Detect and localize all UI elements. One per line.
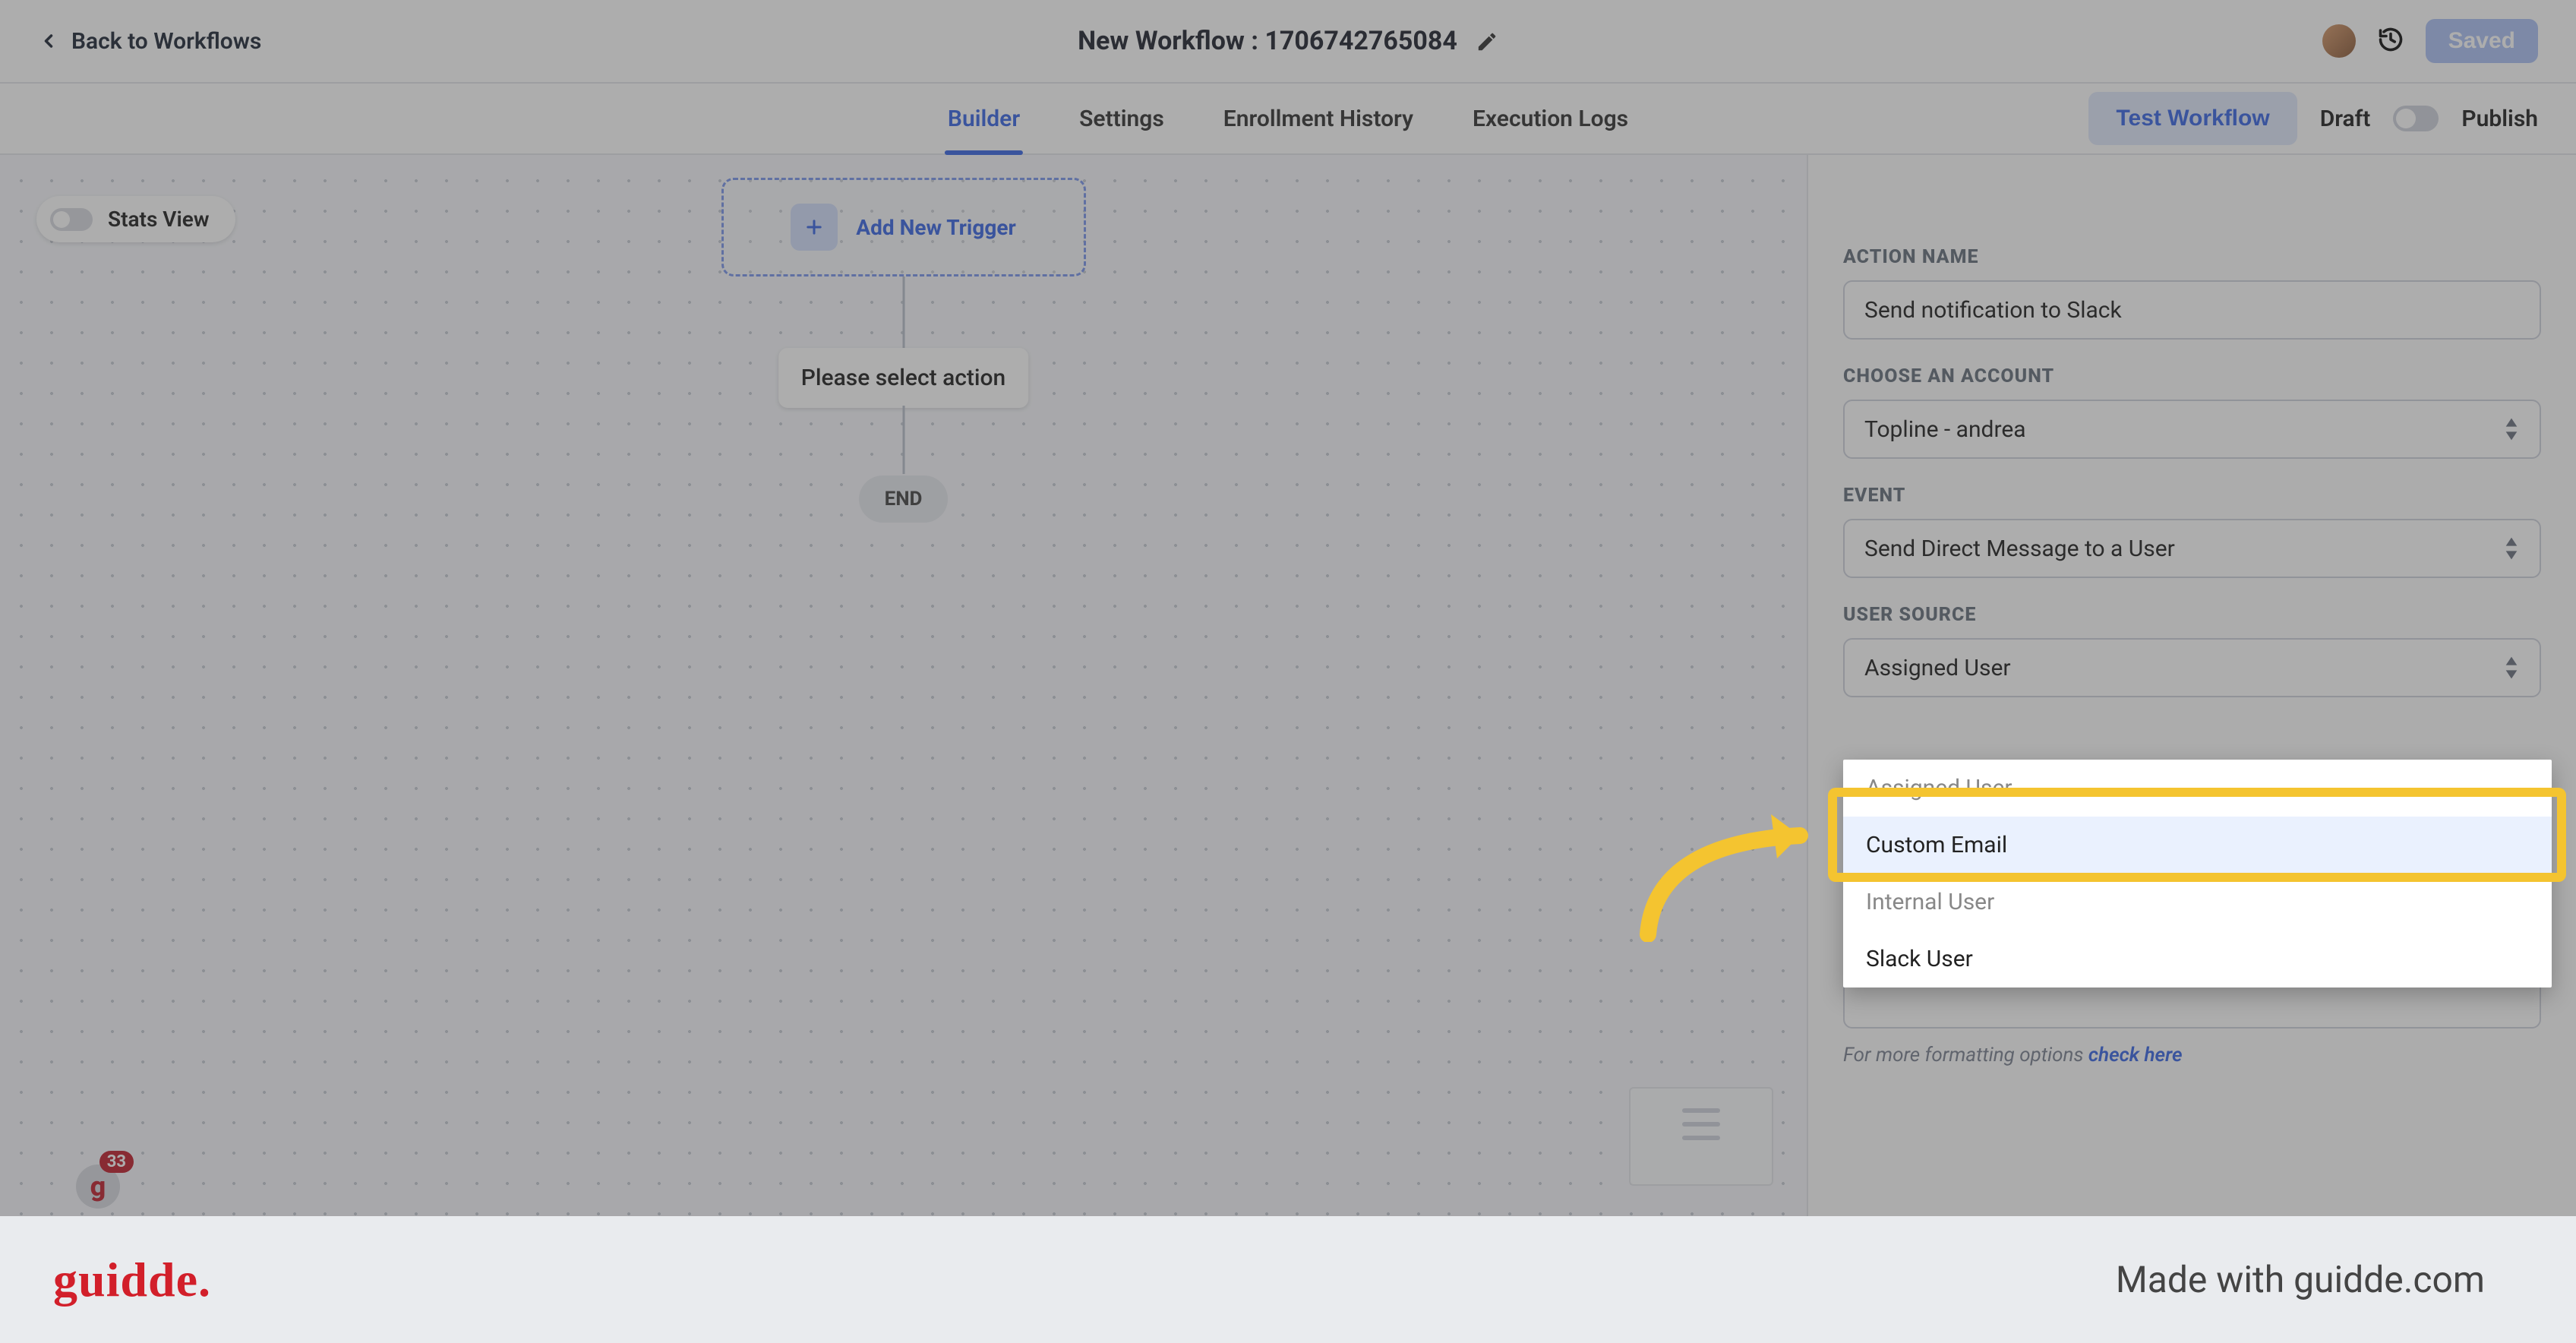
top-header: Back to Workflows New Workflow : 1706742… [0,0,2576,84]
stats-view-label: Stats View [108,207,210,232]
select-arrows-icon [2503,537,2520,560]
footer: guidde. Made with guidde.com [0,1216,2576,1343]
plus-icon [803,216,825,238]
account-label: CHOOSE AN ACCOUNT [1843,365,2541,387]
user-source-option-custom-email[interactable]: Custom Email [1843,817,2552,874]
test-workflow-button[interactable]: Test Workflow [2088,92,2297,145]
edit-title-button[interactable] [1476,30,1498,52]
avatar[interactable] [2322,24,2356,58]
chevron-left-icon [38,30,59,52]
user-source-option-slack-user[interactable]: Slack User [1843,931,2552,988]
stats-view-toggle[interactable]: Stats View [36,196,235,242]
user-source-value: Assigned User [1864,655,2011,681]
check-here-link[interactable]: check here [2088,1044,2183,1066]
draft-label: Draft [2320,106,2371,132]
notification-count: 33 [99,1151,134,1173]
workflow-title-text: New Workflow : 1706742765084 [1078,26,1457,56]
guidde-badge[interactable]: g 33 [76,1155,129,1209]
event-select[interactable]: Send Direct Message to a User [1843,519,2541,578]
user-source-option-assigned-user[interactable]: Assigned User [1843,760,2552,817]
connector-line [902,406,904,474]
publish-label: Publish [2461,106,2538,132]
user-source-dropdown: Assigned User Custom Email Internal User… [1843,760,2552,988]
action-name-input[interactable]: Send notification to Slack [1843,280,2541,340]
saved-button[interactable]: Saved [2426,19,2538,63]
tab-settings[interactable]: Settings [1076,84,1167,153]
guidde-logo: guidde. [53,1252,211,1308]
tab-execution-logs[interactable]: Execution Logs [1470,84,1631,153]
tab-bar: Builder Settings Enrollment History Exec… [0,84,2576,155]
select-arrows-icon [2503,418,2520,441]
builder-canvas[interactable]: Stats View Add New Trigger Please select… [0,155,1807,1216]
select-arrows-icon [2503,656,2520,679]
select-action-node[interactable]: Please select action [778,348,1029,408]
made-with-text: Made with guidde.com [2116,1258,2485,1301]
action-name-label: ACTION NAME [1843,246,2541,268]
history-icon [2377,26,2404,53]
event-value: Send Direct Message to a User [1864,536,2175,562]
account-value: Topline - andrea [1864,416,2026,443]
back-button[interactable]: Back to Workflows [38,28,261,55]
connector-line [902,276,904,348]
event-label: EVENT [1843,485,2541,507]
action-panel: ACTION NAME Send notification to Slack C… [1807,155,2576,1216]
history-button[interactable] [2377,26,2404,56]
mini-map[interactable] [1629,1087,1773,1186]
action-name-value: Send notification to Slack [1864,297,2122,324]
account-select[interactable]: Topline - andrea [1843,400,2541,459]
pencil-icon [1476,30,1498,53]
tab-builder[interactable]: Builder [945,84,1023,153]
stats-toggle-switch[interactable] [50,208,93,231]
add-trigger-plus [791,204,838,251]
user-source-option-internal-user[interactable]: Internal User [1843,874,2552,931]
back-label: Back to Workflows [71,28,261,55]
user-source-select[interactable]: Assigned User [1843,638,2541,697]
user-source-label: USER SOURCE [1843,604,2541,626]
tab-enrollment-history[interactable]: Enrollment History [1220,84,1416,153]
workflow-title: New Workflow : 1706742765084 [1078,26,1498,56]
publish-toggle[interactable] [2393,106,2439,131]
end-node: END [859,476,949,523]
add-new-trigger[interactable]: Add New Trigger [721,178,1086,276]
add-trigger-label: Add New Trigger [856,215,1015,240]
formatting-help: For more formatting options check here [1843,1044,2541,1066]
